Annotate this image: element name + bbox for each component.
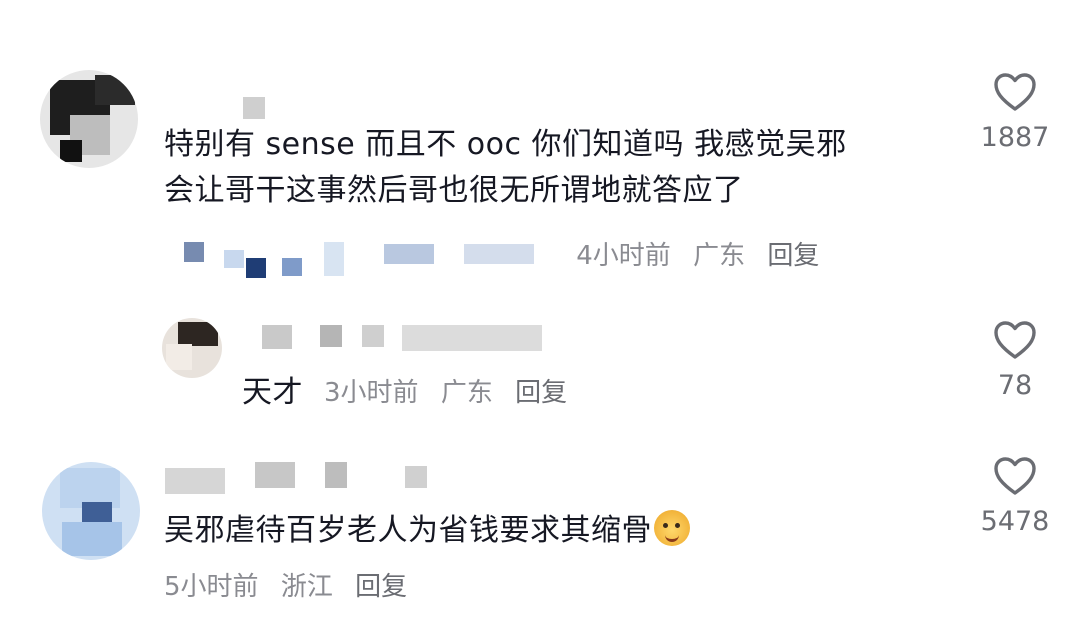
avatar[interactable]	[40, 70, 138, 168]
comment-time: 3小时前	[324, 378, 419, 408]
reply-button[interactable]: 回复	[355, 572, 407, 602]
comment-location: 广东	[693, 241, 746, 271]
reply-button[interactable]: 回复	[767, 241, 819, 271]
like-count: 78	[997, 370, 1033, 401]
comment-text-body: 吴邪虐待百岁老人为省钱要求其缩骨	[164, 513, 652, 548]
like-button[interactable]: 78	[960, 320, 1070, 401]
comment-location: 浙江	[280, 572, 333, 602]
reply-button[interactable]: 回复	[515, 378, 567, 408]
username-blurred[interactable]	[165, 92, 275, 119]
comment-meta: 4小时前 广东 回复	[164, 238, 833, 278]
username-blurred[interactable]	[262, 325, 542, 351]
like-count: 5478	[980, 506, 1050, 537]
like-button[interactable]: 1887	[960, 72, 1070, 153]
avatar[interactable]	[42, 462, 140, 560]
like-button[interactable]: 5478	[960, 456, 1070, 537]
heart-outline-icon	[994, 73, 1036, 111]
smiling-face-emoji-icon	[654, 510, 690, 546]
comment-text-line-1: 特别有 sense 而且不 ooc 你们知道吗 我感觉吴邪	[164, 127, 847, 162]
comment-time: 4小时前	[576, 241, 671, 271]
mention-blurred	[164, 238, 554, 278]
comment-text: 天才	[242, 375, 303, 410]
comment-location: 广东	[440, 378, 493, 408]
like-count: 1887	[980, 122, 1050, 153]
comment-time: 5小时前	[164, 572, 259, 602]
comment-meta: 3小时前 广东 回复	[324, 376, 581, 410]
heart-outline-icon	[994, 457, 1036, 495]
avatar[interactable]	[162, 318, 222, 378]
comment-text: 吴邪虐待百岁老人为省钱要求其缩骨	[164, 508, 690, 554]
username-blurred[interactable]	[165, 462, 445, 494]
heart-outline-icon	[994, 321, 1036, 359]
comment-text-line-2: 会让哥干这事然后哥也很无所谓地就答应了	[164, 173, 744, 208]
comment-meta: 5小时前 浙江 回复	[164, 570, 421, 604]
comment-text: 特别有 sense 而且不 ooc 你们知道吗 我感觉吴邪 会让哥干这事然后哥也…	[164, 122, 847, 214]
